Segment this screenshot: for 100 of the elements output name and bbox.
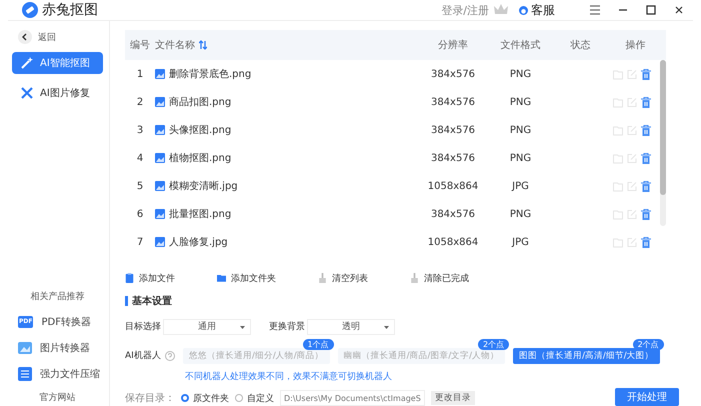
file-name: 头像抠图.png bbox=[169, 124, 232, 137]
radio-option[interactable]: 原文件夹 bbox=[181, 392, 229, 404]
toolbar-button[interactable]: 清空列表 bbox=[318, 272, 368, 284]
service-button[interactable]: 客服 bbox=[519, 2, 555, 18]
broom-icon bbox=[410, 273, 419, 283]
image-file-icon bbox=[155, 237, 165, 247]
row-number: 4 bbox=[136, 152, 144, 164]
format-cell-text: PNG bbox=[508, 96, 532, 108]
row-number: 5 bbox=[136, 180, 144, 192]
image-file-icon bbox=[155, 97, 165, 107]
help-icon[interactable] bbox=[165, 350, 175, 360]
row-number: 6 bbox=[136, 208, 144, 220]
row-number: 7 bbox=[136, 236, 144, 248]
path-field[interactable]: D:\Users\My Documents\ctImageS bbox=[280, 390, 425, 406]
column-header: 状态 bbox=[570, 38, 592, 52]
column-header: 文件格式 bbox=[500, 38, 542, 52]
section-title: 相关产品推荐 bbox=[30, 290, 86, 303]
format-cell-text: JPG bbox=[510, 236, 530, 248]
folder-icon[interactable] bbox=[613, 180, 623, 192]
resolution-cell-text: 384x576 bbox=[430, 208, 476, 220]
column-header: 编号 bbox=[129, 38, 151, 52]
folder-icon[interactable] bbox=[613, 208, 623, 220]
resolution-cell-text: 384x576 bbox=[430, 124, 476, 136]
login-link[interactable]: 登录/注册 bbox=[441, 2, 489, 18]
file-name: 批量抠图.png bbox=[169, 208, 232, 221]
hint-text: 不同机器人处理效果不同，效果不满意可切换机器人 bbox=[185, 370, 393, 383]
file-icon bbox=[125, 273, 134, 283]
toolbar-button[interactable]: 添加文件夹 bbox=[217, 272, 276, 284]
menu-icon[interactable] bbox=[589, 4, 601, 16]
delete-icon[interactable] bbox=[641, 124, 651, 136]
sidebar-item[interactable]: AI智能抠图 bbox=[12, 52, 103, 74]
list-icon bbox=[18, 367, 32, 381]
folder-icon[interactable] bbox=[613, 152, 623, 164]
folder-icon bbox=[217, 273, 226, 283]
background-dropdown[interactable]: 透明 bbox=[307, 318, 395, 334]
delete-icon[interactable] bbox=[641, 152, 651, 164]
field-label: 目标选择 bbox=[125, 320, 162, 333]
resolution-cell-text: 384x576 bbox=[430, 152, 476, 164]
column-header: 文件名称 bbox=[155, 38, 195, 52]
sidebar-item[interactable]: AI图片修复 bbox=[12, 82, 103, 104]
folder-icon[interactable] bbox=[613, 236, 623, 248]
cost-badge: 1个点 bbox=[302, 338, 334, 350]
section-title: 基本设置 bbox=[132, 294, 172, 308]
file-name: 植物抠图.png bbox=[169, 152, 232, 165]
scrollbar[interactable] bbox=[660, 60, 666, 226]
change-directory-button[interactable]: 更改目录 bbox=[430, 391, 475, 405]
resolution-cell-text: 1058x864 bbox=[426, 236, 480, 248]
file-name: 删除背景底色.png bbox=[169, 68, 252, 81]
resolution-cell-text: 1058x864 bbox=[426, 180, 480, 192]
radio-option[interactable]: 自定义 bbox=[235, 392, 274, 404]
toolbar-button[interactable]: 清除已完成 bbox=[410, 272, 469, 284]
format-cell-text: PNG bbox=[508, 124, 532, 136]
back-icon bbox=[18, 30, 32, 44]
field-label: 更换背景 bbox=[269, 320, 306, 333]
row-number: 3 bbox=[136, 124, 144, 136]
delete-icon[interactable] bbox=[641, 236, 651, 248]
format-cell-text: PNG bbox=[508, 208, 532, 220]
field-label: AI机器人 bbox=[125, 350, 162, 362]
resolution-cell-text: 384x576 bbox=[430, 68, 476, 80]
sort-icon[interactable] bbox=[199, 40, 207, 50]
toolbar-button[interactable]: 添加文件 bbox=[125, 272, 175, 284]
back-button[interactable]: 返回 bbox=[18, 28, 103, 46]
delete-icon[interactable] bbox=[641, 180, 651, 192]
folder-icon[interactable] bbox=[613, 124, 623, 136]
target-dropdown[interactable]: 通用 bbox=[163, 318, 251, 334]
folder-icon[interactable] bbox=[613, 96, 623, 108]
image-file-icon bbox=[155, 209, 165, 219]
website-link[interactable]: 官方网站 bbox=[40, 387, 76, 406]
row-number: 2 bbox=[136, 96, 144, 108]
delete-icon[interactable] bbox=[641, 208, 651, 220]
caret-icon bbox=[240, 326, 245, 328]
file-name: 商品扣图.png bbox=[169, 96, 232, 109]
resolution-cell-text: 384x576 bbox=[430, 96, 476, 108]
format-cell-text: PNG bbox=[508, 152, 532, 164]
row-number: 1 bbox=[136, 68, 144, 80]
image-file-icon bbox=[155, 153, 165, 163]
product-link[interactable]: 图片转换器 bbox=[12, 335, 103, 361]
image-icon bbox=[18, 341, 32, 355]
robot-option[interactable]: 图图（擅长通用/高清/细节/大图） bbox=[513, 348, 660, 364]
field-label: 保存目录： bbox=[125, 392, 175, 405]
close-icon[interactable] bbox=[673, 4, 685, 16]
image-file-icon bbox=[155, 69, 165, 79]
folder-icon[interactable] bbox=[613, 68, 623, 80]
maximize-icon[interactable] bbox=[645, 4, 657, 16]
delete-icon[interactable] bbox=[641, 68, 651, 80]
start-button[interactable]: 开始处理 bbox=[615, 388, 679, 406]
cost-badge: 2个点 bbox=[478, 338, 510, 350]
delete-icon[interactable] bbox=[641, 96, 651, 108]
file-name: 人脸修复.jpg bbox=[169, 236, 228, 249]
magic-wand-icon bbox=[20, 56, 34, 70]
format-cell-text: PNG bbox=[508, 68, 532, 80]
crown-icon[interactable] bbox=[493, 3, 509, 17]
image-file-icon bbox=[155, 181, 165, 191]
format-cell-text: JPG bbox=[510, 180, 530, 192]
app-title: 赤兔抠图 bbox=[42, 1, 98, 19]
caret-icon bbox=[384, 326, 389, 328]
image-file-icon bbox=[155, 125, 165, 135]
product-link[interactable]: 强力文件压缩 bbox=[12, 361, 103, 387]
file-name: 模糊变清晰.jpg bbox=[169, 180, 238, 193]
column-header: 操作 bbox=[624, 39, 646, 52]
